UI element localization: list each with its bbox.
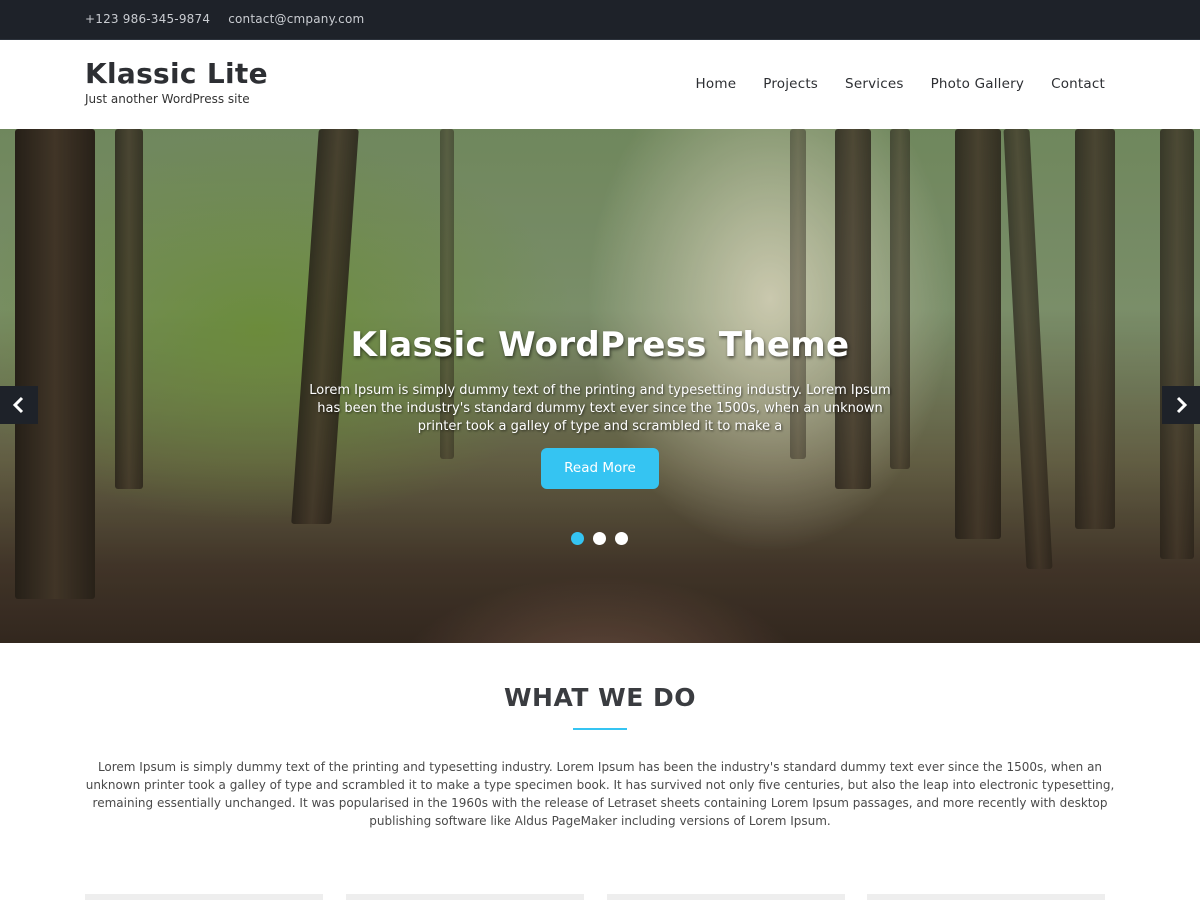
nav-item-contact[interactable]: Contact [1051, 76, 1105, 92]
slider-pagination [571, 532, 628, 545]
chevron-right-icon [1176, 396, 1188, 414]
slider-prev-button[interactable] [0, 386, 38, 424]
section-divider [573, 728, 627, 730]
nav-item-projects[interactable]: Projects [763, 76, 818, 92]
service-card[interactable] [867, 894, 1105, 900]
main-nav: Home Projects Services Photo Gallery Con… [696, 76, 1105, 92]
hero-description: Lorem Ipsum is simply dummy text of the … [309, 383, 891, 434]
service-card[interactable] [85, 894, 323, 900]
topbar-phone[interactable]: +123 986-345-9874 [85, 12, 210, 26]
slider-next-button[interactable] [1162, 386, 1200, 424]
slider-dot-2[interactable] [593, 532, 606, 545]
slider-dot-3[interactable] [615, 532, 628, 545]
topbar-email[interactable]: contact@cmpany.com [228, 12, 364, 26]
top-bar: +123 986-345-9874 contact@cmpany.com [0, 0, 1200, 40]
service-cards [85, 894, 1105, 900]
chevron-left-icon [12, 396, 24, 414]
slider-dot-1[interactable] [571, 532, 584, 545]
site-tagline: Just another WordPress site [85, 92, 250, 106]
what-we-do-title: WHAT WE DO [503, 683, 697, 712]
nav-item-home[interactable]: Home [696, 76, 737, 92]
service-card[interactable] [607, 894, 845, 900]
read-more-button[interactable]: Read More [541, 448, 659, 489]
nav-item-photo-gallery[interactable]: Photo Gallery [931, 76, 1024, 92]
site-title[interactable]: Klassic Lite [85, 57, 268, 90]
what-we-do-text: Lorem Ipsum is simply dummy text of the … [85, 760, 1115, 828]
topbar-contact: +123 986-345-9874 contact@cmpany.com [85, 12, 378, 26]
site-header: Klassic Lite Just another WordPress site… [0, 40, 1200, 129]
hero-slider: Klassic WordPress Theme Lorem Ipsum is s… [0, 129, 1200, 643]
service-card[interactable] [346, 894, 584, 900]
nav-item-services[interactable]: Services [845, 76, 904, 92]
hero-title: Klassic WordPress Theme [350, 325, 850, 365]
